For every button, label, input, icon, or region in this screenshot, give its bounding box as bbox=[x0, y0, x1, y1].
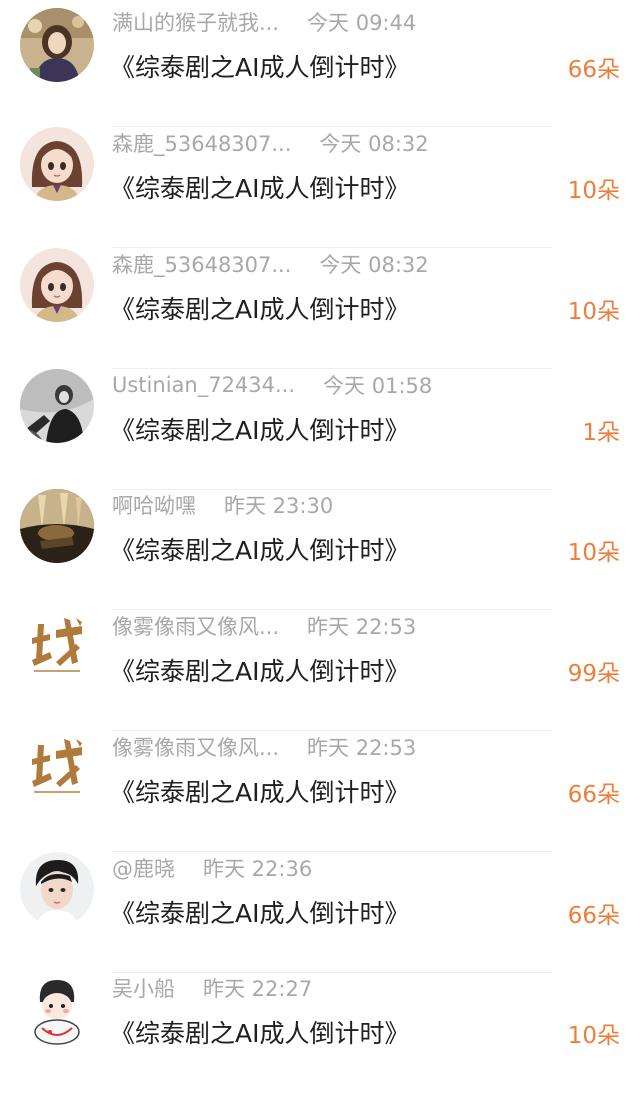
flower-count: 10朵 bbox=[567, 299, 620, 325]
avatar-cartoon-character-icon bbox=[20, 972, 94, 1046]
username[interactable]: 森鹿_53648307... bbox=[112, 249, 291, 279]
avatar[interactable] bbox=[20, 972, 94, 1046]
list-item[interactable]: 像雾像雨又像风... 昨天 22:53 《综泰剧之AI成人倒计时》 99朵 bbox=[0, 610, 640, 731]
gift-record-list: 满山的猴子就我... 今天 09:44 《综泰剧之AI成人倒计时》 66朵 森鹿… bbox=[0, 0, 640, 1072]
timestamp: 昨天 23:30 bbox=[224, 494, 334, 518]
timestamp: 今天 08:32 bbox=[319, 253, 429, 277]
book-title[interactable]: 《综泰剧之AI成人倒计时》 bbox=[110, 894, 409, 930]
username[interactable]: 啊哈呦嘿 bbox=[112, 490, 196, 520]
record-meta: 啊哈呦嘿 昨天 23:30 bbox=[112, 489, 333, 521]
flower-count: 10朵 bbox=[567, 178, 620, 204]
book-title[interactable]: 《综泰剧之AI成人倒计时》 bbox=[110, 531, 409, 567]
list-item[interactable]: 森鹿_53648307... 今天 08:32 《综泰剧之AI成人倒计时》 10… bbox=[0, 248, 640, 369]
username[interactable]: @鹿晓 bbox=[112, 853, 175, 883]
record-meta: @鹿晓 昨天 22:36 bbox=[112, 852, 312, 884]
record-meta: 像雾像雨又像风... 昨天 22:53 bbox=[112, 610, 416, 642]
timestamp: 今天 09:44 bbox=[307, 11, 417, 35]
timestamp: 昨天 22:53 bbox=[307, 615, 417, 639]
timestamp: 今天 08:32 bbox=[319, 132, 429, 156]
book-title[interactable]: 《综泰剧之AI成人倒计时》 bbox=[110, 1014, 409, 1050]
list-item[interactable]: @鹿晓 昨天 22:36 《综泰剧之AI成人倒计时》 66朵 bbox=[0, 852, 640, 973]
avatar-anime-girl-icon bbox=[20, 248, 94, 322]
record-meta: Ustinian_72434... 今天 01:58 bbox=[112, 369, 432, 401]
record-meta: 森鹿_53648307... 今天 08:32 bbox=[112, 127, 429, 159]
record-meta: 吴小船 昨天 22:27 bbox=[112, 972, 312, 1004]
avatar[interactable] bbox=[20, 852, 94, 926]
flower-count: 1朵 bbox=[582, 420, 620, 446]
avatar[interactable] bbox=[20, 127, 94, 201]
book-title[interactable]: 《综泰剧之AI成人倒计时》 bbox=[110, 773, 409, 809]
flower-count: 66朵 bbox=[567, 782, 620, 808]
book-title[interactable]: 《综泰剧之AI成人倒计时》 bbox=[110, 48, 409, 84]
flower-count: 10朵 bbox=[567, 540, 620, 566]
list-item[interactable]: Ustinian_72434... 今天 01:58 《综泰剧之AI成人倒计时》… bbox=[0, 369, 640, 490]
avatar-anime-girl-icon bbox=[20, 127, 94, 201]
avatar[interactable] bbox=[20, 8, 94, 82]
book-title[interactable]: 《综泰剧之AI成人倒计时》 bbox=[110, 290, 409, 326]
book-title[interactable]: 《综泰剧之AI成人倒计时》 bbox=[110, 411, 409, 447]
timestamp: 今天 01:58 bbox=[323, 374, 433, 398]
flower-count: 10朵 bbox=[567, 1023, 620, 1049]
list-item[interactable]: 吴小船 昨天 22:27 《综泰剧之AI成人倒计时》 10朵 bbox=[0, 972, 640, 1093]
avatar-monochrome-photo-icon bbox=[20, 369, 94, 443]
avatar[interactable] bbox=[20, 610, 94, 684]
record-meta: 像雾像雨又像风... 昨天 22:53 bbox=[112, 731, 416, 763]
username[interactable]: 像雾像雨又像风... bbox=[112, 611, 279, 641]
timestamp: 昨天 22:27 bbox=[203, 977, 313, 1001]
avatar-golden-scene-icon bbox=[20, 489, 94, 563]
timestamp: 昨天 22:36 bbox=[203, 857, 313, 881]
flower-count: 66朵 bbox=[567, 903, 620, 929]
username[interactable]: 吴小船 bbox=[112, 973, 175, 1003]
list-item[interactable]: 森鹿_53648307... 今天 08:32 《综泰剧之AI成人倒计时》 10… bbox=[0, 127, 640, 248]
username[interactable]: 森鹿_53648307... bbox=[112, 128, 291, 158]
username[interactable]: 满山的猴子就我... bbox=[112, 7, 279, 37]
book-title[interactable]: 《综泰剧之AI成人倒计时》 bbox=[110, 169, 409, 205]
username[interactable]: Ustinian_72434... bbox=[112, 373, 295, 397]
book-title[interactable]: 《综泰剧之AI成人倒计时》 bbox=[110, 652, 409, 688]
username[interactable]: 像雾像雨又像风... bbox=[112, 732, 279, 762]
flower-count: 99朵 bbox=[567, 661, 620, 687]
record-meta: 满山的猴子就我... 今天 09:44 bbox=[112, 6, 416, 38]
timestamp: 昨天 22:53 bbox=[307, 736, 417, 760]
avatar[interactable] bbox=[20, 369, 94, 443]
record-meta: 森鹿_53648307... 今天 08:32 bbox=[112, 248, 429, 280]
list-item[interactable]: 啊哈呦嘿 昨天 23:30 《综泰剧之AI成人倒计时》 10朵 bbox=[0, 489, 640, 610]
avatar-calligraphy-zhan-icon bbox=[20, 731, 94, 805]
list-item[interactable]: 满山的猴子就我... 今天 09:44 《综泰剧之AI成人倒计时》 66朵 bbox=[0, 6, 640, 127]
avatar-girl-portrait-icon bbox=[20, 8, 94, 82]
avatar[interactable] bbox=[20, 731, 94, 805]
avatar-young-man-photo-icon bbox=[20, 852, 94, 926]
avatar-calligraphy-zhan-icon bbox=[20, 610, 94, 684]
list-item[interactable]: 像雾像雨又像风... 昨天 22:53 《综泰剧之AI成人倒计时》 66朵 bbox=[0, 731, 640, 852]
avatar[interactable] bbox=[20, 489, 94, 563]
avatar[interactable] bbox=[20, 248, 94, 322]
flower-count: 66朵 bbox=[567, 57, 620, 83]
